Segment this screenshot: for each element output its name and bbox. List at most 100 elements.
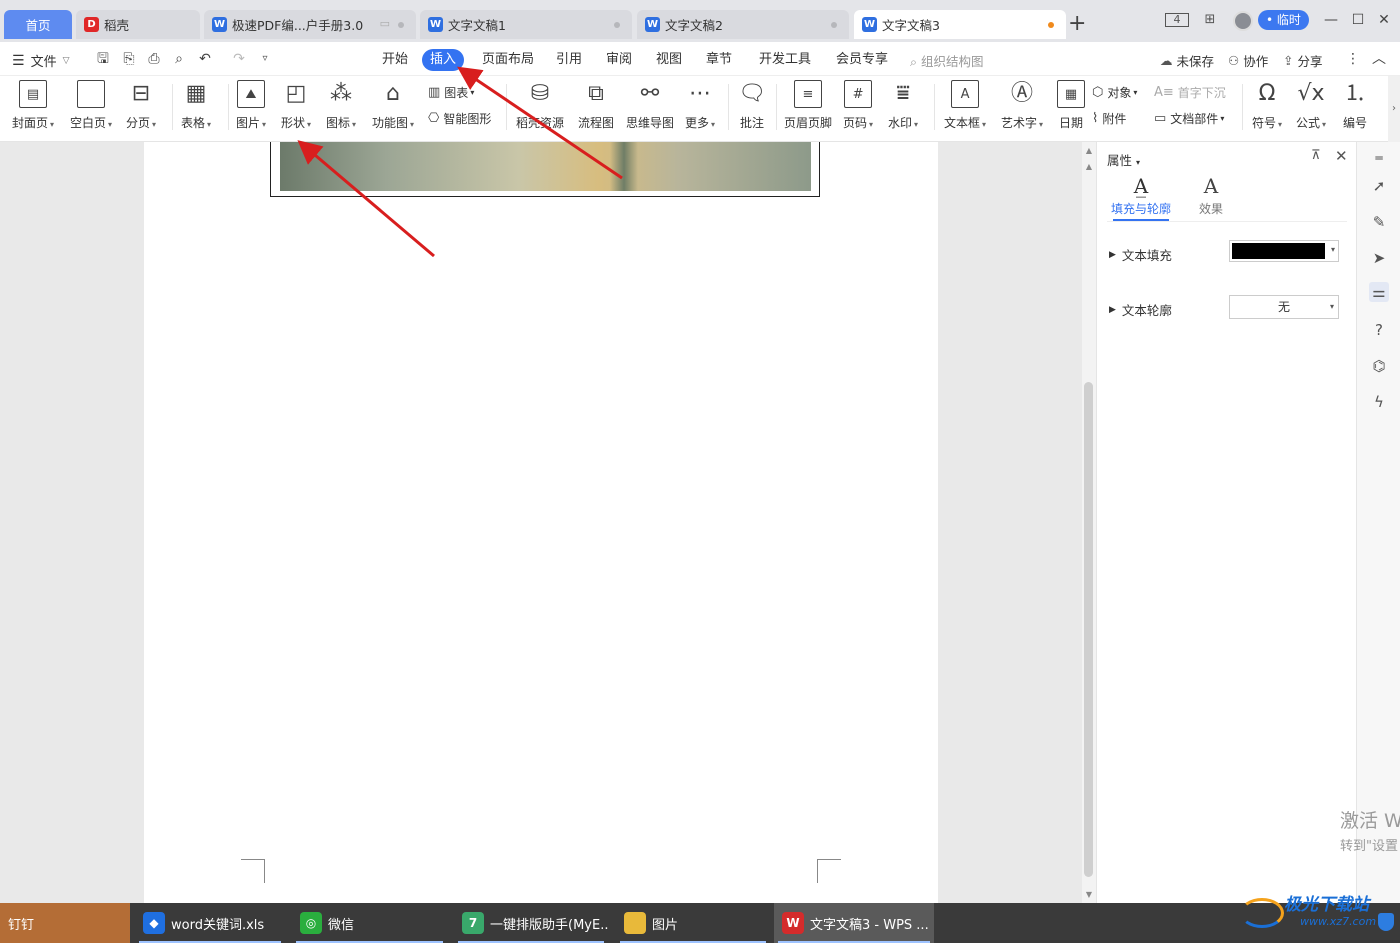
wordart-button[interactable]: Ⓐ 艺术字 ▾ bbox=[1001, 80, 1043, 136]
tab-effects[interactable]: A 效果 bbox=[1176, 174, 1246, 217]
avatar[interactable] bbox=[1233, 11, 1253, 31]
icons-button[interactable]: ⁂ 图标 ▾ bbox=[326, 80, 356, 136]
help-icon[interactable]: ? bbox=[1369, 320, 1389, 340]
docer-resources-button[interactable]: ⛁ 稻壳资源 bbox=[516, 80, 564, 136]
pen-icon[interactable]: ✎ bbox=[1369, 212, 1389, 232]
taskbar-item-pictures[interactable]: 图片 bbox=[616, 903, 770, 943]
print-icon[interactable]: ⎙ bbox=[145, 51, 163, 67]
flowchart-button[interactable]: ⧉ 流程图 bbox=[578, 80, 614, 136]
redo-icon[interactable]: ↷ bbox=[230, 51, 248, 67]
inserted-picture[interactable] bbox=[280, 142, 811, 191]
smartart-button[interactable]: ⎔ 智能图形 bbox=[428, 110, 491, 127]
collaborate-button[interactable]: ⚇ 协作 bbox=[1228, 51, 1268, 70]
tab-developer[interactable]: 开发工具 bbox=[751, 49, 819, 71]
scroll-down-icon[interactable]: ▼ bbox=[1083, 890, 1095, 899]
formula-button[interactable]: √x 公式 ▾ bbox=[1296, 80, 1326, 136]
text-fill-row[interactable]: ▶ 文本填充 bbox=[1109, 245, 1172, 264]
object-button[interactable]: ⬡ 对象 ▾ bbox=[1092, 84, 1137, 101]
file-menu-button[interactable]: ☰ 文件 ▽ bbox=[12, 51, 70, 71]
taskbar-label: 图片 bbox=[652, 917, 679, 933]
drop-cap-button[interactable]: A≡ 首字下沉 bbox=[1154, 84, 1226, 101]
header-footer-button[interactable]: ≡ 页眉页脚 bbox=[784, 80, 832, 136]
close-icon[interactable]: ✕ bbox=[1374, 10, 1394, 30]
tab-chapter[interactable]: 章节 bbox=[698, 49, 740, 71]
tab-document-2[interactable]: W 文字文稿2 bbox=[637, 10, 849, 39]
date-button[interactable]: ▦ 日期 bbox=[1057, 80, 1085, 136]
tab-member[interactable]: 会员专享 bbox=[828, 49, 896, 71]
temp-account-badge[interactable]: • 临时 bbox=[1258, 10, 1309, 30]
table-button[interactable]: ▦ 表格 ▾ bbox=[181, 80, 211, 136]
tab-start[interactable]: 开始 bbox=[374, 49, 416, 71]
lightning-icon[interactable]: ϟ bbox=[1369, 392, 1389, 412]
tab-page-layout[interactable]: 页面布局 bbox=[474, 49, 542, 71]
shape-button[interactable]: ◰ 形状 ▾ bbox=[281, 80, 311, 136]
maximize-icon[interactable]: ☐ bbox=[1348, 10, 1368, 30]
print-preview-icon[interactable]: ⌕ bbox=[170, 51, 188, 67]
share-label: 分享 bbox=[1297, 54, 1323, 69]
taskbar-item-layout-helper[interactable]: 7 一键排版助手(MyE... bbox=[454, 903, 608, 943]
page-break-button[interactable]: ⊟ 分页 ▾ bbox=[126, 80, 156, 136]
scroll-up-icon[interactable]: ▲ bbox=[1083, 162, 1095, 171]
vertical-scrollbar[interactable]: ▲ ▲ ▼ bbox=[1082, 142, 1096, 903]
tab-document-3[interactable]: W 文字文稿3 bbox=[854, 10, 1066, 39]
picture-button[interactable]: ⛰ 图片 ▾ bbox=[236, 80, 266, 136]
collapse-ribbon-icon[interactable]: ︿ bbox=[1370, 51, 1388, 67]
numbering-button[interactable]: ⒈ 编号 bbox=[1341, 80, 1369, 136]
tab-docer[interactable]: D 稻壳 bbox=[76, 10, 200, 39]
scrollbar-thumb[interactable] bbox=[1084, 382, 1093, 877]
more-button[interactable]: ⋯ 更多 ▾ bbox=[685, 80, 715, 136]
taskbar-item-wechat[interactable]: ◎ 微信 bbox=[292, 903, 447, 943]
tab-fill-outline[interactable]: A̲ 填充与轮廓 bbox=[1106, 174, 1176, 217]
grid-apps-icon[interactable]: ⊞ bbox=[1200, 11, 1220, 29]
search-box[interactable]: ⌕ 组织结构图 bbox=[910, 51, 984, 70]
document-page[interactable] bbox=[144, 142, 938, 903]
text-fill-color-picker[interactable]: ▾ bbox=[1229, 240, 1339, 262]
close-icon[interactable]: ✕ bbox=[1335, 147, 1348, 165]
tab-review[interactable]: 审阅 bbox=[598, 49, 640, 71]
tab-document-1[interactable]: W 文字文稿1 bbox=[420, 10, 632, 39]
unsaved-button[interactable]: ☁ 未保存 bbox=[1160, 51, 1214, 70]
attachment-button[interactable]: ⌇ 附件 bbox=[1092, 110, 1126, 127]
site-logo: 极光下载站 www.xz7.com bbox=[1240, 888, 1390, 938]
taskbar-item-dingtalk[interactable]: 钉钉 bbox=[0, 903, 130, 943]
blank-page-button[interactable]: 空白页 ▾ bbox=[70, 80, 112, 136]
minimize-icon[interactable]: — bbox=[1321, 10, 1341, 30]
pane-title[interactable]: 属性 ▾ bbox=[1107, 150, 1140, 169]
taskbar-item-wps[interactable]: W 文字文稿3 - WPS ... bbox=[774, 903, 934, 943]
tab-references[interactable]: 引用 bbox=[548, 49, 590, 71]
window-count-icon[interactable]: 4 bbox=[1165, 13, 1189, 27]
taskbar-item-excel[interactable]: ◆ word关键词.xls bbox=[135, 903, 285, 943]
robot-icon[interactable]: ⌬ bbox=[1369, 356, 1389, 376]
mindmap-button[interactable]: ⚯ 思维导图 bbox=[626, 80, 674, 136]
save-icon[interactable]: 🖫 bbox=[94, 51, 112, 67]
cursor-icon[interactable]: ➤ bbox=[1369, 248, 1389, 268]
divider bbox=[934, 84, 935, 130]
customize-quick-access-icon[interactable]: ▿ bbox=[256, 51, 274, 67]
pin-icon[interactable]: ⊼ bbox=[1311, 148, 1321, 163]
new-tab-plus-icon[interactable]: + bbox=[1068, 12, 1086, 36]
scroll-up-icon[interactable]: ▲ bbox=[1083, 146, 1095, 155]
function-chart-button[interactable]: ⌂ 功能图 ▾ bbox=[372, 80, 414, 136]
symbol-button[interactable]: Ω 符号 ▾ bbox=[1252, 80, 1282, 136]
text-outline-row[interactable]: ▶ 文本轮廓 bbox=[1109, 300, 1172, 319]
comment-button[interactable]: 🗨 批注 bbox=[738, 80, 766, 136]
doc-parts-button[interactable]: ▭ 文档部件 ▾ bbox=[1154, 110, 1224, 127]
rail-menu-icon[interactable]: ═ bbox=[1369, 148, 1389, 168]
textbox-button[interactable]: A 文本框 ▾ bbox=[944, 80, 986, 136]
tab-insert[interactable]: 插入 bbox=[422, 49, 465, 71]
properties-sliders-icon[interactable]: ⚌ bbox=[1369, 282, 1389, 302]
rocket-icon[interactable]: ➚ bbox=[1369, 176, 1389, 196]
page-number-button[interactable]: # 页码 ▾ bbox=[843, 80, 873, 136]
cover-page-button[interactable]: ▤ 封面页 ▾ bbox=[12, 80, 54, 136]
chart-button[interactable]: ▥ 图表 ▾ bbox=[428, 84, 474, 101]
tab-home[interactable]: 首页 bbox=[4, 10, 72, 39]
export-pdf-icon[interactable]: ⎘ bbox=[120, 51, 138, 67]
tab-view[interactable]: 视图 bbox=[648, 49, 690, 71]
undo-icon[interactable]: ↶ bbox=[196, 51, 214, 67]
tab-pdf-manual[interactable]: W 极速PDF编...户手册3.0 ▭ bbox=[204, 10, 416, 39]
more-options-icon[interactable]: ⋮ bbox=[1344, 51, 1362, 67]
watermark-button[interactable]: ⩸ 水印 ▾ bbox=[888, 80, 918, 136]
share-button[interactable]: ⇪ 分享 bbox=[1283, 51, 1323, 70]
ribbon-scroll-right-icon[interactable]: › bbox=[1388, 76, 1400, 142]
text-outline-select[interactable]: 无 ▾ bbox=[1229, 295, 1339, 319]
